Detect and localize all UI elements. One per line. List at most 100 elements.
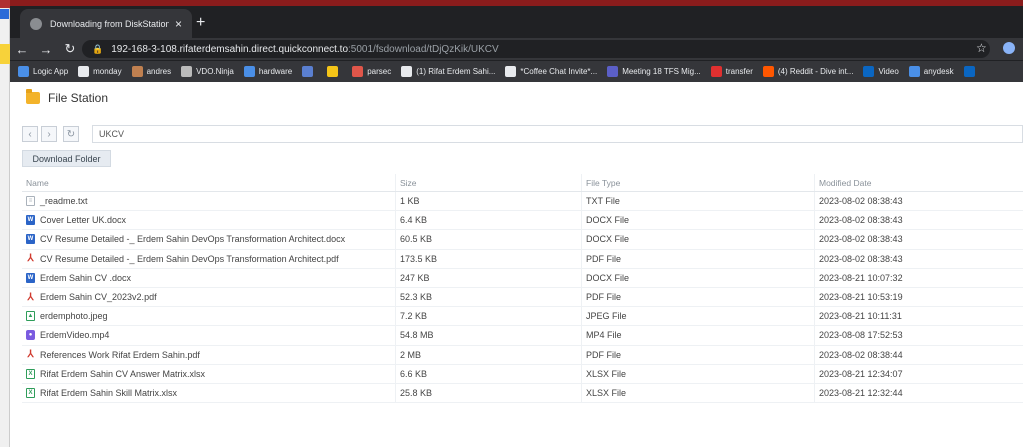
file-modified: 2023-08-21 12:32:44	[819, 387, 903, 398]
bookmark-label: parsec	[367, 67, 392, 76]
file-modified: 2023-08-02 08:38:43	[819, 234, 903, 245]
bookmark-favicon-icon	[131, 66, 143, 77]
file-name[interactable]: References Work Rifat Erdem Sahin.pdf	[40, 350, 200, 360]
reload-icon[interactable]: ↻	[58, 41, 82, 57]
bookmark-favicon-icon	[863, 66, 875, 77]
video-file-icon: ●	[26, 330, 35, 341]
bookmark-favicon-icon	[505, 66, 517, 77]
table-row[interactable]: ● ErdemVideo.mp4 54.8 MB MP4 File 2023-08-08…	[22, 326, 1023, 346]
file-name[interactable]: CV Resume Detailed -_ Erdem Sahin DevOps…	[40, 234, 345, 244]
file-name[interactable]: Erdem Sahin CV_2023v2.pdf	[40, 292, 157, 302]
bookmark-item[interactable]: *Coffee Chat Invite*...	[505, 66, 597, 77]
bookmark-item[interactable]	[327, 66, 342, 77]
table-row[interactable]: ⅄ References Work Rifat Erdem Sahin.pdf 2 …	[22, 345, 1023, 365]
file-name[interactable]: CV Resume Detailed -_ Erdem Sahin DevOps…	[40, 254, 339, 264]
file-name-cell[interactable]: ⅄ Erdem Sahin CV_2023v2.pdf	[22, 287, 396, 307]
column-size[interactable]: Size	[396, 174, 582, 191]
table-row[interactable]: W CV Resume Detailed -_ Erdem Sahin DevOp…	[22, 230, 1023, 250]
tab-close-icon[interactable]: ×	[175, 17, 182, 31]
profile-avatar[interactable]	[1003, 42, 1015, 54]
table-header: Name Size File Type Modified Date	[22, 174, 1023, 192]
word-file-icon: W	[26, 215, 35, 226]
bookmark-item[interactable]: Video	[863, 66, 899, 77]
bookmark-item[interactable]	[302, 66, 317, 77]
nav-buttons: ‹ › ↻	[22, 125, 82, 143]
bookmark-label: Meeting 18 TFS Mig...	[622, 67, 701, 76]
strip-blue-block	[0, 9, 9, 19]
back-chevron-icon[interactable]: ‹	[22, 126, 38, 142]
bookmark-label: anydesk	[923, 67, 954, 76]
file-name-cell[interactable]: W Cover Letter UK.docx	[22, 211, 396, 230]
table-body: ≡ _readme.txt 1 KB TXT File 2023-08-02 08:38…	[22, 192, 1023, 404]
bookmark-item[interactable]: hardware	[243, 66, 292, 77]
strip-yellow-block	[0, 44, 10, 64]
file-name-cell[interactable]: ▲ erdemphoto.jpeg	[22, 307, 396, 326]
path-input[interactable]: UKCV	[92, 125, 1023, 143]
forward-chevron-icon[interactable]: ›	[41, 126, 57, 142]
address-bar[interactable]: 🔒 192-168-3-108.rifaterdemsahin.direct.q…	[82, 40, 990, 58]
file-name[interactable]: Rifat Erdem Sahin CV Answer Matrix.xlsx	[40, 369, 205, 379]
table-row[interactable]: X Rifat Erdem Sahin CV Answer Matrix.xlsx…	[22, 364, 1023, 384]
column-modified-date[interactable]: Modified Date	[815, 174, 1023, 191]
bookmark-item[interactable]: (4) Reddit - Dive int...	[762, 66, 853, 77]
bookmark-star-icon[interactable]: ☆	[976, 41, 987, 55]
column-name[interactable]: Name	[22, 174, 396, 191]
new-tab-button[interactable]: +	[196, 14, 205, 32]
bookmark-item[interactable]: (1) Rifat Erdem Sahi...	[401, 66, 495, 77]
table-row[interactable]: W Cover Letter UK.docx 6.4 KB DOCX File 2023…	[22, 211, 1023, 231]
download-folder-button[interactable]: Download Folder	[22, 150, 111, 167]
file-type: DOCX File	[582, 230, 815, 249]
file-modified: 2023-08-21 12:34:07	[819, 368, 903, 379]
bookmark-favicon-icon	[963, 66, 975, 77]
table-row[interactable]: ⅄ CV Resume Detailed -_ Erdem Sahin DevOp…	[22, 249, 1023, 269]
back-arrow-icon[interactable]: ←	[10, 42, 34, 57]
table-row[interactable]: ≡ _readme.txt 1 KB TXT File 2023-08-02 08:38…	[22, 192, 1023, 212]
bookmark-label: transfer	[725, 67, 753, 76]
file-type: DOCX File	[582, 268, 815, 287]
file-name-cell[interactable]: X Rifat Erdem Sahin CV Answer Matrix.xlsx	[22, 364, 396, 383]
bookmark-item[interactable]: anydesk	[908, 66, 954, 77]
bookmark-item[interactable]: Logic App	[18, 66, 68, 77]
text-file-icon: ≡	[26, 196, 35, 207]
file-name-cell[interactable]: W CV Resume Detailed -_ Erdem Sahin DevOp…	[22, 230, 396, 249]
bookmark-item[interactable]	[963, 66, 979, 77]
file-name[interactable]: Rifat Erdem Sahin Skill Matrix.xlsx	[40, 388, 177, 398]
file-name[interactable]: Erdem Sahin CV .docx	[40, 273, 131, 283]
bookmark-favicon-icon	[710, 66, 722, 77]
file-name-cell[interactable]: ≡ _readme.txt	[22, 192, 396, 211]
bookmark-item[interactable]: Meeting 18 TFS Mig...	[607, 66, 701, 77]
file-size: 54.8 MB	[396, 326, 582, 345]
file-name[interactable]: Cover Letter UK.docx	[40, 215, 126, 225]
table-row[interactable]: ▲ erdemphoto.jpeg 7.2 KB JPEG File 2023-08-2…	[22, 307, 1023, 327]
bookmark-item[interactable]: monday	[78, 66, 122, 77]
bookmark-item[interactable]: parsec	[352, 66, 391, 77]
table-row[interactable]: ⅄ Erdem Sahin CV_2023v2.pdf 52.3 KB PDF Fil…	[22, 287, 1023, 308]
bookmark-item[interactable]: VDO.Ninja	[181, 66, 234, 77]
excel-file-icon: X	[26, 368, 35, 379]
file-name-cell[interactable]: ⅄ References Work Rifat Erdem Sahin.pdf	[22, 345, 396, 364]
refresh-icon[interactable]: ↻	[63, 126, 79, 142]
file-size: 173.5 KB	[396, 249, 582, 268]
table-row[interactable]: W Erdem Sahin CV .docx 247 KB DOCX File 2023…	[22, 268, 1023, 288]
file-modified: 2023-08-21 10:11:31	[819, 311, 902, 322]
file-name-cell[interactable]: X Rifat Erdem Sahin Skill Matrix.xlsx	[22, 383, 396, 403]
file-type: PDF File	[582, 345, 815, 364]
bookmark-label: *Coffee Chat Invite*...	[520, 67, 598, 76]
file-name[interactable]: erdemphoto.jpeg	[40, 311, 108, 321]
forward-arrow-icon[interactable]: →	[34, 42, 58, 57]
file-size: 25.8 KB	[396, 383, 582, 403]
table-row[interactable]: X Rifat Erdem Sahin Skill Matrix.xlsx 25.8…	[22, 383, 1023, 404]
file-name-cell[interactable]: ⅄ CV Resume Detailed -_ Erdem Sahin DevOp…	[22, 249, 396, 268]
browser-tab[interactable]: Downloading from DiskStation ×	[20, 9, 192, 38]
file-type: MP4 File	[582, 326, 815, 345]
file-name[interactable]: ErdemVideo.mp4	[40, 330, 109, 340]
column-file-type[interactable]: File Type	[582, 174, 815, 191]
bookmark-item[interactable]: andres	[131, 66, 171, 77]
file-name-cell[interactable]: W Erdem Sahin CV .docx	[22, 268, 396, 287]
file-type: JPEG File	[582, 307, 815, 326]
bookmark-item[interactable]: transfer	[710, 66, 753, 77]
file-name-cell[interactable]: ● ErdemVideo.mp4	[22, 326, 396, 345]
file-name[interactable]: _readme.txt	[40, 196, 88, 206]
file-modified: 2023-08-02 08:38:43	[819, 196, 903, 207]
file-modified: 2023-08-02 08:38:44	[819, 349, 903, 360]
